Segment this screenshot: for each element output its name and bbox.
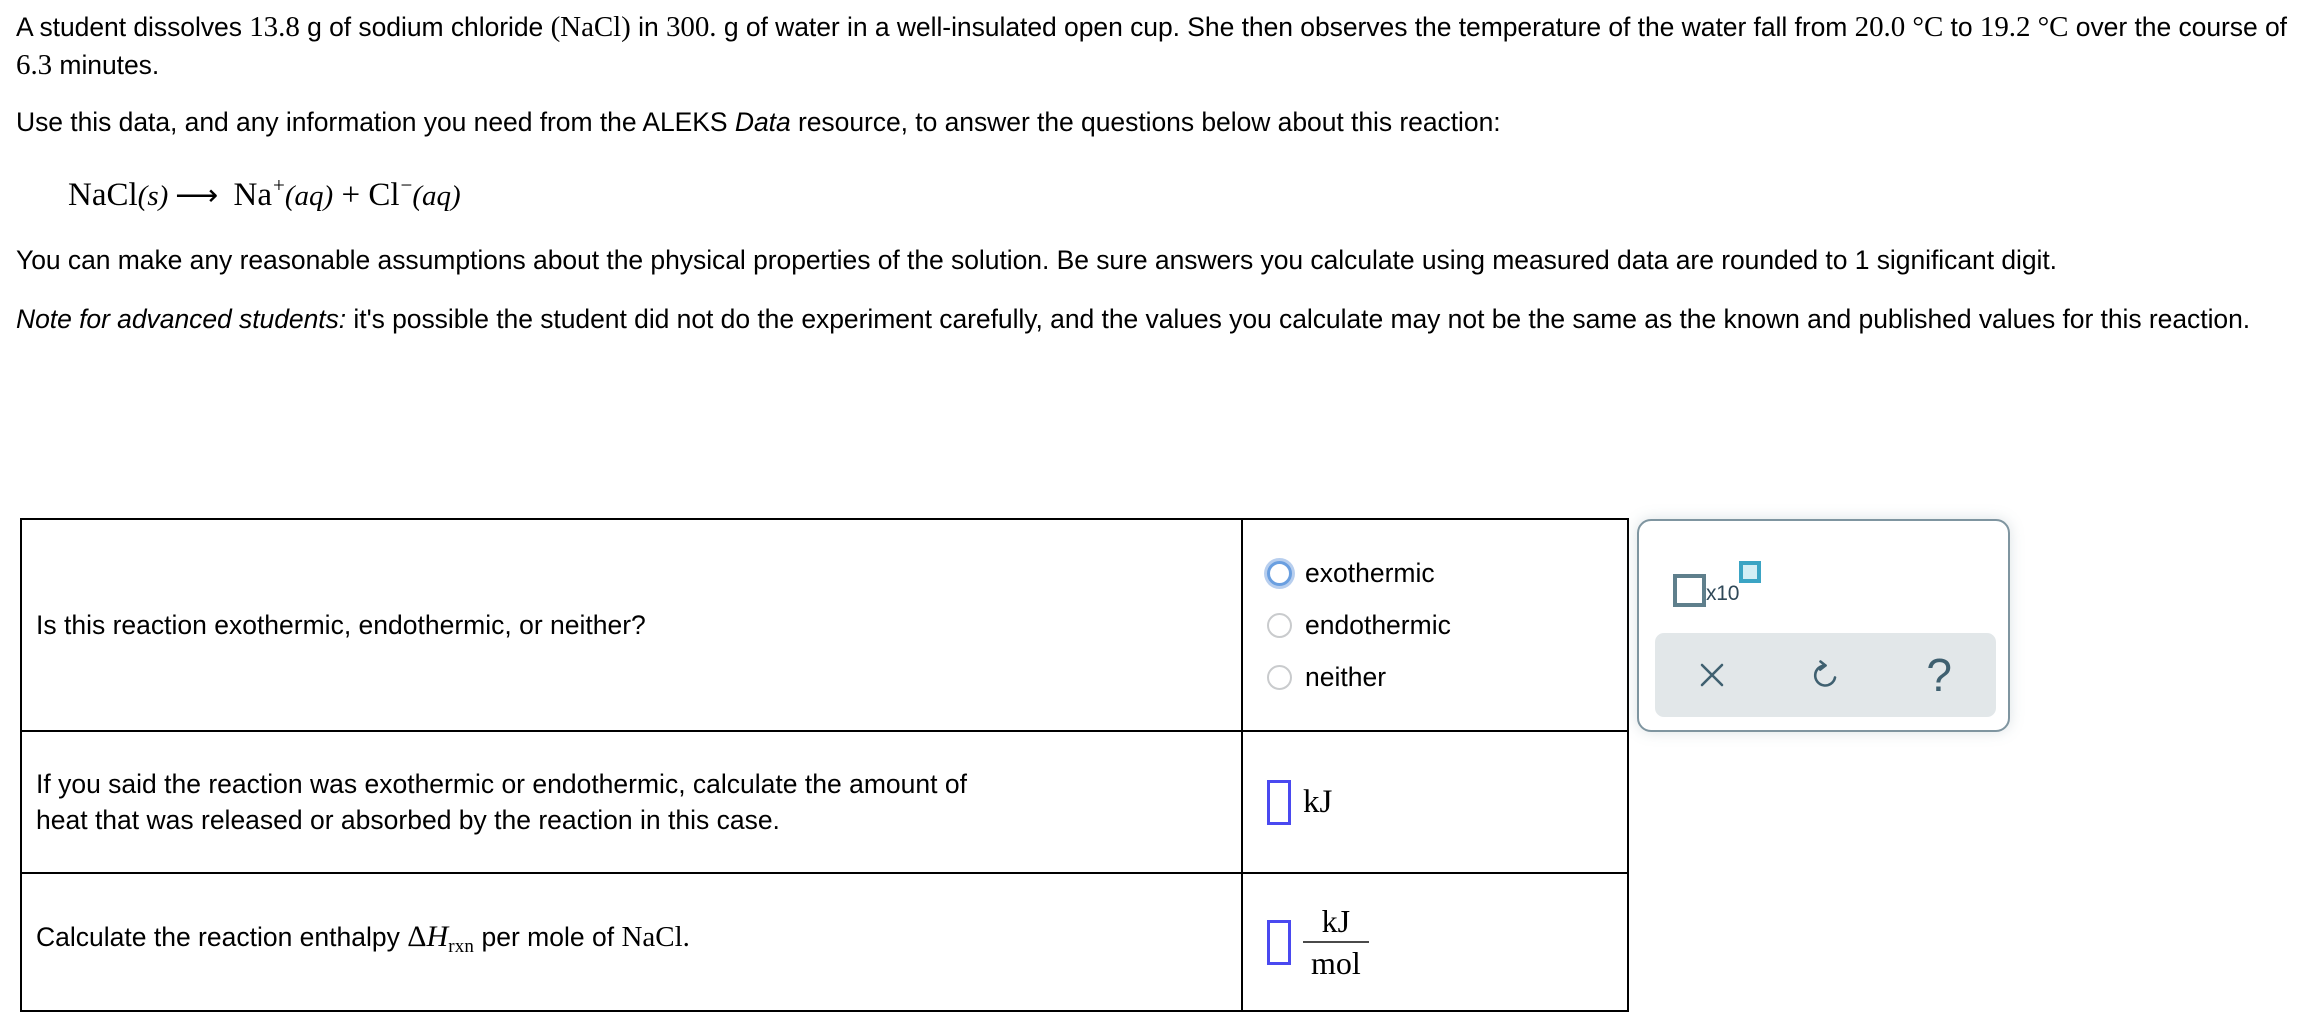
p1-temp-initial: 20.0 °C (1854, 11, 1944, 43)
chemical-equation: NaCl(s) ⟶ Na+(aq) + Cl−(aq) (16, 162, 2288, 219)
enthalpy-symbol: H (426, 920, 449, 953)
scientific-notation-button[interactable]: x10 (1673, 555, 1762, 607)
note-label: Note for advanced students: (16, 304, 347, 334)
question-text-2-line1: If you said the reaction was exothermic … (36, 769, 967, 799)
answer-cell-2: kJ (1241, 730, 1629, 874)
answer-tool-panel: x10 ? (1637, 519, 2010, 732)
question-text-3-suffix: per mole of (474, 922, 622, 952)
answer-enthalpy: kJ mol (1267, 902, 1627, 982)
table-row: Calculate the reaction enthalpy ΔHrxn pe… (20, 872, 1629, 1012)
equation-reactant: NaCl (68, 177, 138, 213)
enthalpy-subscript: rxn (448, 936, 475, 957)
p2-seg1: Use this data, and any information you n… (16, 107, 735, 137)
fraction-numerator: kJ (1321, 903, 1351, 939)
radio-option-endothermic[interactable]: endothermic (1267, 610, 1627, 640)
p1-mass-nacl: 13.8 (249, 11, 300, 43)
question-text-2-line2: heat that was released or absorbed by th… (36, 805, 780, 835)
enthalpy-input[interactable] (1267, 919, 1291, 965)
table-row: If you said the reaction was exothermic … (20, 730, 1629, 874)
equation-reactant-state: (s) (137, 180, 169, 212)
clear-button[interactable] (1655, 633, 1769, 717)
questions-table: Is this reaction exothermic, endothermic… (20, 518, 1629, 1012)
question-cell-1: Is this reaction exothermic, endothermic… (20, 518, 1243, 732)
sci-base-box-icon[interactable] (1673, 574, 1706, 607)
equation-product1: Na (233, 177, 273, 213)
p1-mass-water: 300. (665, 11, 717, 43)
p1-seg6: over the course of (2068, 12, 2287, 42)
action-bar: ? (1655, 633, 1996, 717)
answer-heat: kJ (1267, 779, 1627, 825)
p2-data-emphasis: Data (734, 107, 791, 137)
p2-seg2: resource, to answer the questions below … (790, 107, 1501, 137)
p1-seg2: g of sodium chloride (299, 12, 551, 42)
undo-icon (1808, 657, 1844, 693)
radio-label-exothermic: exothermic (1305, 558, 1435, 588)
equation-product2-charge: − (400, 173, 413, 197)
p1-temp-final: 19.2 °C (1979, 11, 2069, 43)
delta-symbol: Δ (407, 920, 427, 953)
problem-statement: A student dissolves 13.8 g of sodium chl… (16, 8, 2288, 359)
table-row: Is this reaction exothermic, endothermic… (20, 518, 1629, 732)
radio-button-endothermic-icon[interactable] (1267, 612, 1292, 638)
p1-seg7: minutes. (52, 50, 160, 80)
equation-product2-state: (aq) (412, 180, 461, 212)
p1-seg3: in (630, 12, 666, 42)
equation-product1-charge: + (273, 173, 285, 197)
enthalpy-unit-fraction: kJ mol (1303, 902, 1369, 982)
paragraph-instructions: Use this data, and any information you n… (16, 103, 2288, 141)
equation-product1-state: (aq) (284, 180, 334, 212)
answer-cell-3: kJ mol (1241, 872, 1629, 1012)
close-icon (1695, 658, 1729, 692)
note-text: it's possible the student did not do the… (346, 304, 2251, 334)
fraction-denominator: mol (1311, 945, 1361, 981)
equation-plus: + (341, 177, 361, 213)
delta-h-rxn-symbol: ΔHrxn (407, 920, 474, 957)
paragraph-setup: A student dissolves 13.8 g of sodium chl… (16, 8, 2288, 84)
radio-option-neither[interactable]: neither (1267, 662, 1627, 692)
radio-group-thermicity: exothermic endothermic neither (1267, 556, 1627, 694)
undo-button[interactable] (1769, 633, 1883, 717)
p1-formula-nacl: (NaCl) (550, 11, 631, 43)
radio-button-exothermic-icon[interactable] (1267, 560, 1292, 586)
paragraph-assumptions: You can make any reasonable assumptions … (16, 245, 2057, 275)
paragraph-note: Note for advanced students: it's possibl… (16, 300, 2288, 338)
radio-option-exothermic[interactable]: exothermic (1267, 558, 1627, 588)
p1-seg1: A student dissolves (16, 12, 250, 42)
question-mark-icon: ? (1926, 649, 1952, 701)
help-button[interactable]: ? (1882, 633, 1996, 717)
sci-multiplier-label: x10 (1706, 582, 1740, 605)
question-text-1: Is this reaction exothermic, endothermic… (36, 610, 646, 640)
equation-product2: Cl (368, 177, 400, 213)
question-text-3-prefix: Calculate the reaction enthalpy (36, 922, 408, 952)
question-cell-2: If you said the reaction was exothermic … (20, 730, 1243, 874)
problem-page: A student dissolves 13.8 g of sodium chl… (0, 0, 2304, 1012)
reaction-arrow-icon: ⟶ (175, 179, 219, 212)
question-text-3-formula: NaCl. (621, 921, 690, 953)
sci-exponent-box-icon[interactable] (1739, 561, 1762, 583)
p1-seg5: to (1943, 12, 1980, 42)
p1-time: 6.3 (16, 49, 53, 81)
heat-input[interactable] (1267, 779, 1291, 825)
answer-cell-1: exothermic endothermic neither (1241, 518, 1629, 732)
radio-label-endothermic: endothermic (1305, 610, 1451, 640)
question-cell-3: Calculate the reaction enthalpy ΔHrxn pe… (20, 872, 1243, 1012)
p1-seg4: g of water in a well-insulated open cup.… (716, 12, 1855, 42)
radio-button-neither-icon[interactable] (1267, 664, 1292, 690)
radio-label-neither: neither (1305, 662, 1387, 692)
heat-unit-label: kJ (1303, 784, 1333, 820)
